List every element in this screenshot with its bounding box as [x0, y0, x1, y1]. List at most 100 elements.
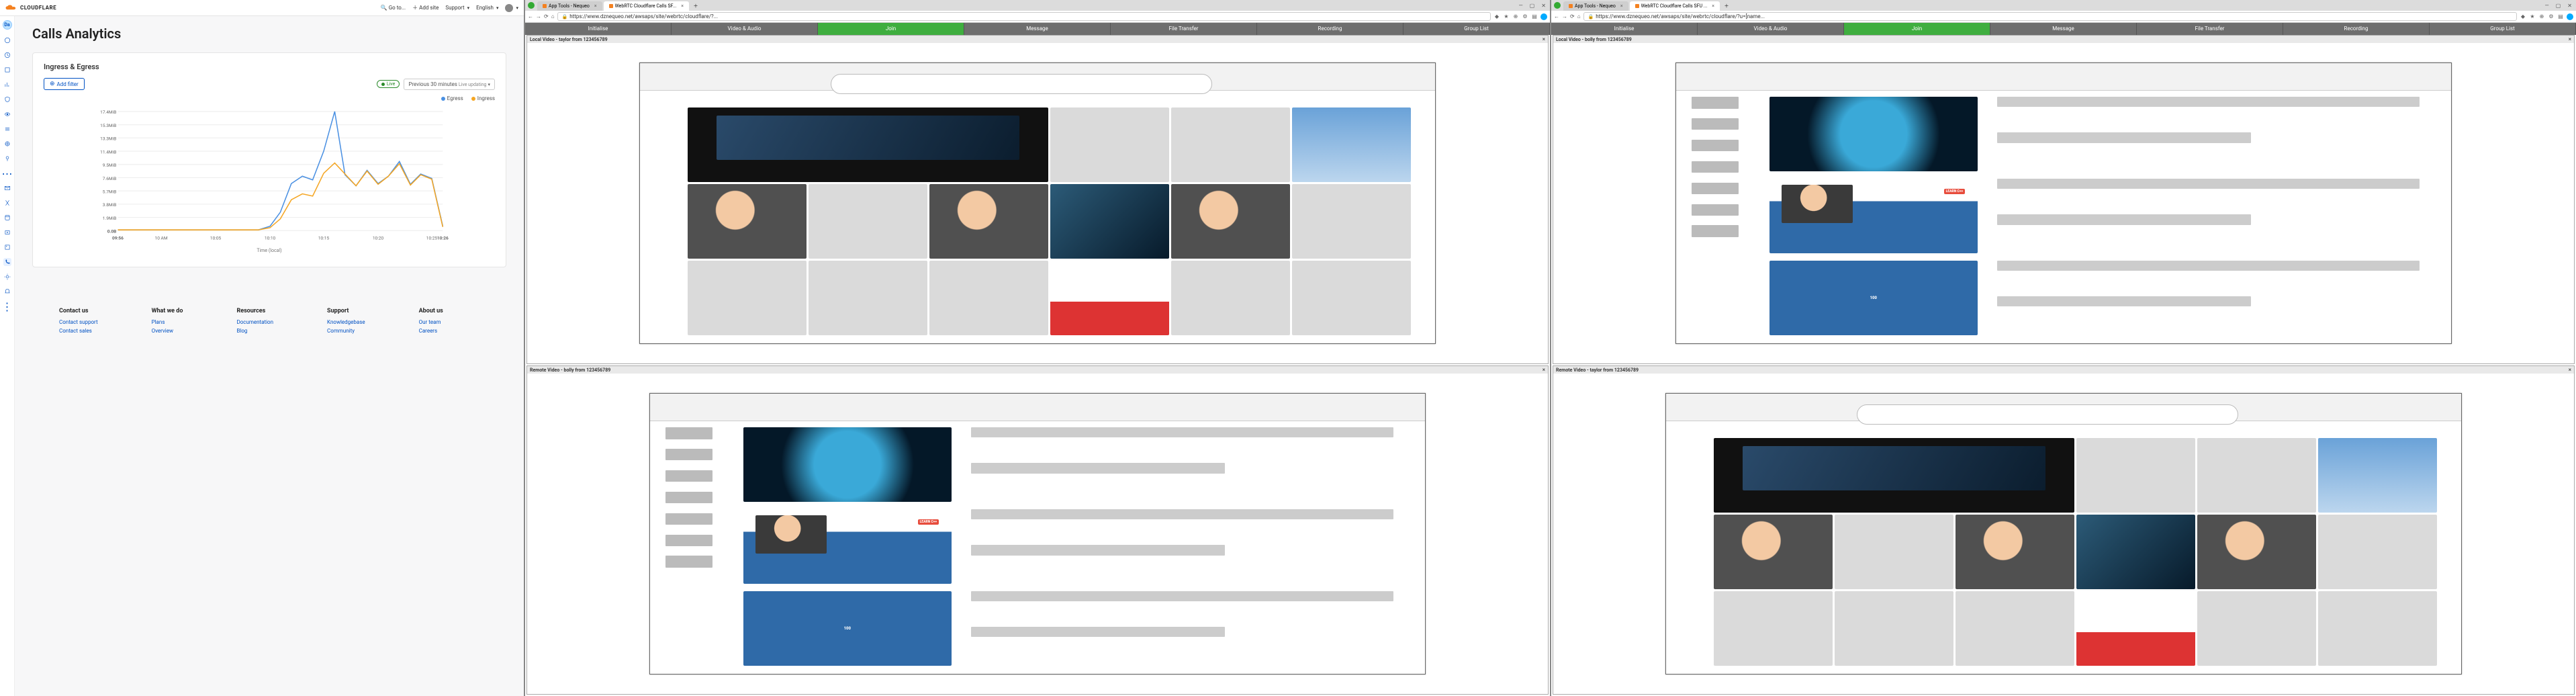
profile-icon[interactable] — [528, 2, 535, 9]
extension-icon[interactable]: ▤ — [1531, 13, 1538, 20]
browser-tab[interactable]: WebRTC Cloudflare Calls SFU ...× — [1630, 1, 1720, 11]
rail-icon-workers[interactable] — [3, 199, 11, 207]
close-icon[interactable]: × — [2569, 367, 2571, 373]
app-tab-file-transfer[interactable]: File Transfer — [1111, 23, 1257, 35]
app-tab-message[interactable]: Message — [1990, 23, 2137, 35]
extension-icon[interactable]: ⚙ — [2548, 13, 2555, 20]
footer-link[interactable]: Community — [327, 327, 365, 336]
rail-icon-zerotrust[interactable]: ⋯ — [3, 169, 11, 177]
reload-icon[interactable]: ⟳ — [544, 13, 549, 19]
extension-icon[interactable]: ◆ — [2520, 13, 2526, 20]
app-tab-initialise[interactable]: Initialise — [1551, 23, 1698, 35]
footer-link[interactable]: Knowledgebase — [327, 318, 365, 327]
add-filter-button[interactable]: Add filter — [44, 78, 85, 90]
rail-icon-storage[interactable] — [3, 214, 11, 222]
close-icon[interactable]: × — [2569, 36, 2571, 42]
rail-icon-analytics[interactable] — [3, 81, 11, 89]
support-menu[interactable]: Support — [445, 5, 469, 11]
new-tab-button[interactable]: ＋ — [1721, 1, 1732, 11]
footer-link[interactable]: Our team — [419, 318, 443, 327]
account-icon[interactable] — [1540, 13, 1547, 20]
cloudflare-logo[interactable]: CLOUDFLARE — [5, 5, 56, 11]
app-tab-group-list[interactable]: Group List — [2430, 23, 2576, 35]
time-range-select[interactable]: Previous 30 minutes Live updating — [404, 79, 495, 90]
browser-tab[interactable]: WebRTC Cloudflare Calls SF...× — [604, 1, 689, 11]
rail-icon-discover[interactable] — [3, 51, 11, 59]
close-icon[interactable]: × — [1620, 3, 1623, 9]
rail-icon-bulk[interactable]: ⋮ — [3, 302, 11, 310]
goto-menu[interactable]: 🔍Go to... — [381, 5, 406, 11]
footer-link[interactable]: Contact sales — [59, 327, 98, 336]
close-window-icon[interactable]: ✕ — [2567, 3, 2572, 9]
extension-icon[interactable]: ⚙ — [1522, 13, 1528, 20]
rail-icon-images[interactable] — [3, 243, 11, 251]
home-icon[interactable]: ⌂ — [1577, 13, 1581, 19]
footer-link[interactable]: Documentation — [236, 318, 273, 327]
footer-link[interactable]: Blog — [236, 327, 273, 336]
language-menu[interactable]: English — [476, 5, 498, 11]
close-icon[interactable]: × — [681, 3, 684, 9]
close-icon[interactable]: × — [594, 3, 597, 9]
close-icon[interactable]: × — [1712, 3, 1714, 9]
add-site-button[interactable]: ＋Add site — [412, 4, 439, 11]
extension-icon[interactable]: ★ — [1503, 13, 1510, 20]
maximize-icon[interactable]: ▢ — [2556, 3, 2561, 9]
browser-tab[interactable]: App Tools - Nequeo× — [537, 1, 602, 11]
close-icon[interactable]: × — [1543, 36, 1545, 42]
app-tab-join[interactable]: Join — [818, 23, 964, 35]
extension-icon[interactable]: ▤ — [2557, 13, 2564, 20]
minimize-icon[interactable]: — — [1518, 3, 1522, 9]
rail-icon-calls[interactable] — [3, 258, 11, 266]
shared-screen-msstart — [1665, 393, 2462, 675]
close-window-icon[interactable]: ✕ — [1541, 3, 1546, 9]
user-menu[interactable] — [505, 4, 518, 12]
forward-icon[interactable]: → — [1562, 13, 1567, 19]
app-tab-initialise[interactable]: Initialise — [525, 23, 672, 35]
rail-icon-ip[interactable] — [3, 155, 11, 163]
app-tab-join[interactable]: Join — [1844, 23, 1990, 35]
footer-link[interactable]: Plans — [152, 318, 183, 327]
footer-link[interactable]: Contact support — [59, 318, 98, 327]
avatar-icon — [505, 4, 513, 12]
account-icon[interactable] — [2567, 13, 2573, 20]
rail-icon-trace[interactable] — [3, 110, 11, 118]
url-input[interactable]: 🔒https://www.dznequeo.net/awsaps/site/we… — [1583, 12, 2517, 21]
app-tab-video-audio[interactable]: Video & Audio — [672, 23, 818, 35]
close-icon[interactable]: × — [1543, 367, 1545, 373]
extension-icon[interactable]: ⊕ — [1512, 13, 1519, 20]
rail-icon-notifications[interactable] — [3, 288, 11, 296]
app-tab-file-transfer[interactable]: File Transfer — [2137, 23, 2283, 35]
home-icon[interactable]: ⌂ — [551, 13, 555, 19]
account-badge[interactable]: Da — [3, 20, 12, 30]
minimize-icon[interactable]: — — [2544, 3, 2548, 9]
rail-icon-stream[interactable] — [3, 228, 11, 236]
rail-icon-manage[interactable] — [3, 273, 11, 281]
rail-icon-email[interactable] — [3, 184, 11, 192]
extension-icon[interactable]: ⊕ — [2538, 13, 2545, 20]
maximize-icon[interactable]: ▢ — [1530, 3, 1535, 9]
url-input[interactable]: 🔒https://www.dznequeo.net/awsaps/site/we… — [557, 12, 1491, 21]
app-tab-recording[interactable]: Recording — [2283, 23, 2430, 35]
extension-icon[interactable]: ◆ — [1493, 13, 1500, 20]
profile-icon[interactable] — [1554, 2, 1561, 9]
svg-text:10:05: 10:05 — [210, 235, 222, 241]
tab-bar: App Tools - Nequeo× WebRTC Cloudflare Ca… — [525, 0, 1550, 11]
app-tab-video-audio[interactable]: Video & Audio — [1698, 23, 1844, 35]
back-icon[interactable]: ← — [528, 13, 533, 19]
rail-icon-turnstile[interactable] — [3, 140, 11, 148]
rail-icon-websites[interactable] — [3, 36, 11, 44]
app-tab-recording[interactable]: Recording — [1257, 23, 1404, 35]
extension-icon[interactable]: ★ — [2529, 13, 2536, 20]
rail-icon-waf[interactable] — [3, 125, 11, 133]
new-tab-button[interactable]: ＋ — [690, 1, 701, 11]
forward-icon[interactable]: → — [536, 13, 541, 19]
reload-icon[interactable]: ⟳ — [1570, 13, 1575, 19]
app-tab-message[interactable]: Message — [964, 23, 1111, 35]
app-tab-group-list[interactable]: Group List — [1404, 23, 1550, 35]
footer-link[interactable]: Careers — [419, 327, 443, 336]
rail-icon-domains[interactable] — [3, 66, 11, 74]
footer-link[interactable]: Overview — [152, 327, 183, 336]
rail-icon-security[interactable] — [3, 95, 11, 103]
back-icon[interactable]: ← — [1554, 13, 1559, 19]
browser-tab[interactable]: App Tools - Nequeo× — [1563, 1, 1628, 11]
